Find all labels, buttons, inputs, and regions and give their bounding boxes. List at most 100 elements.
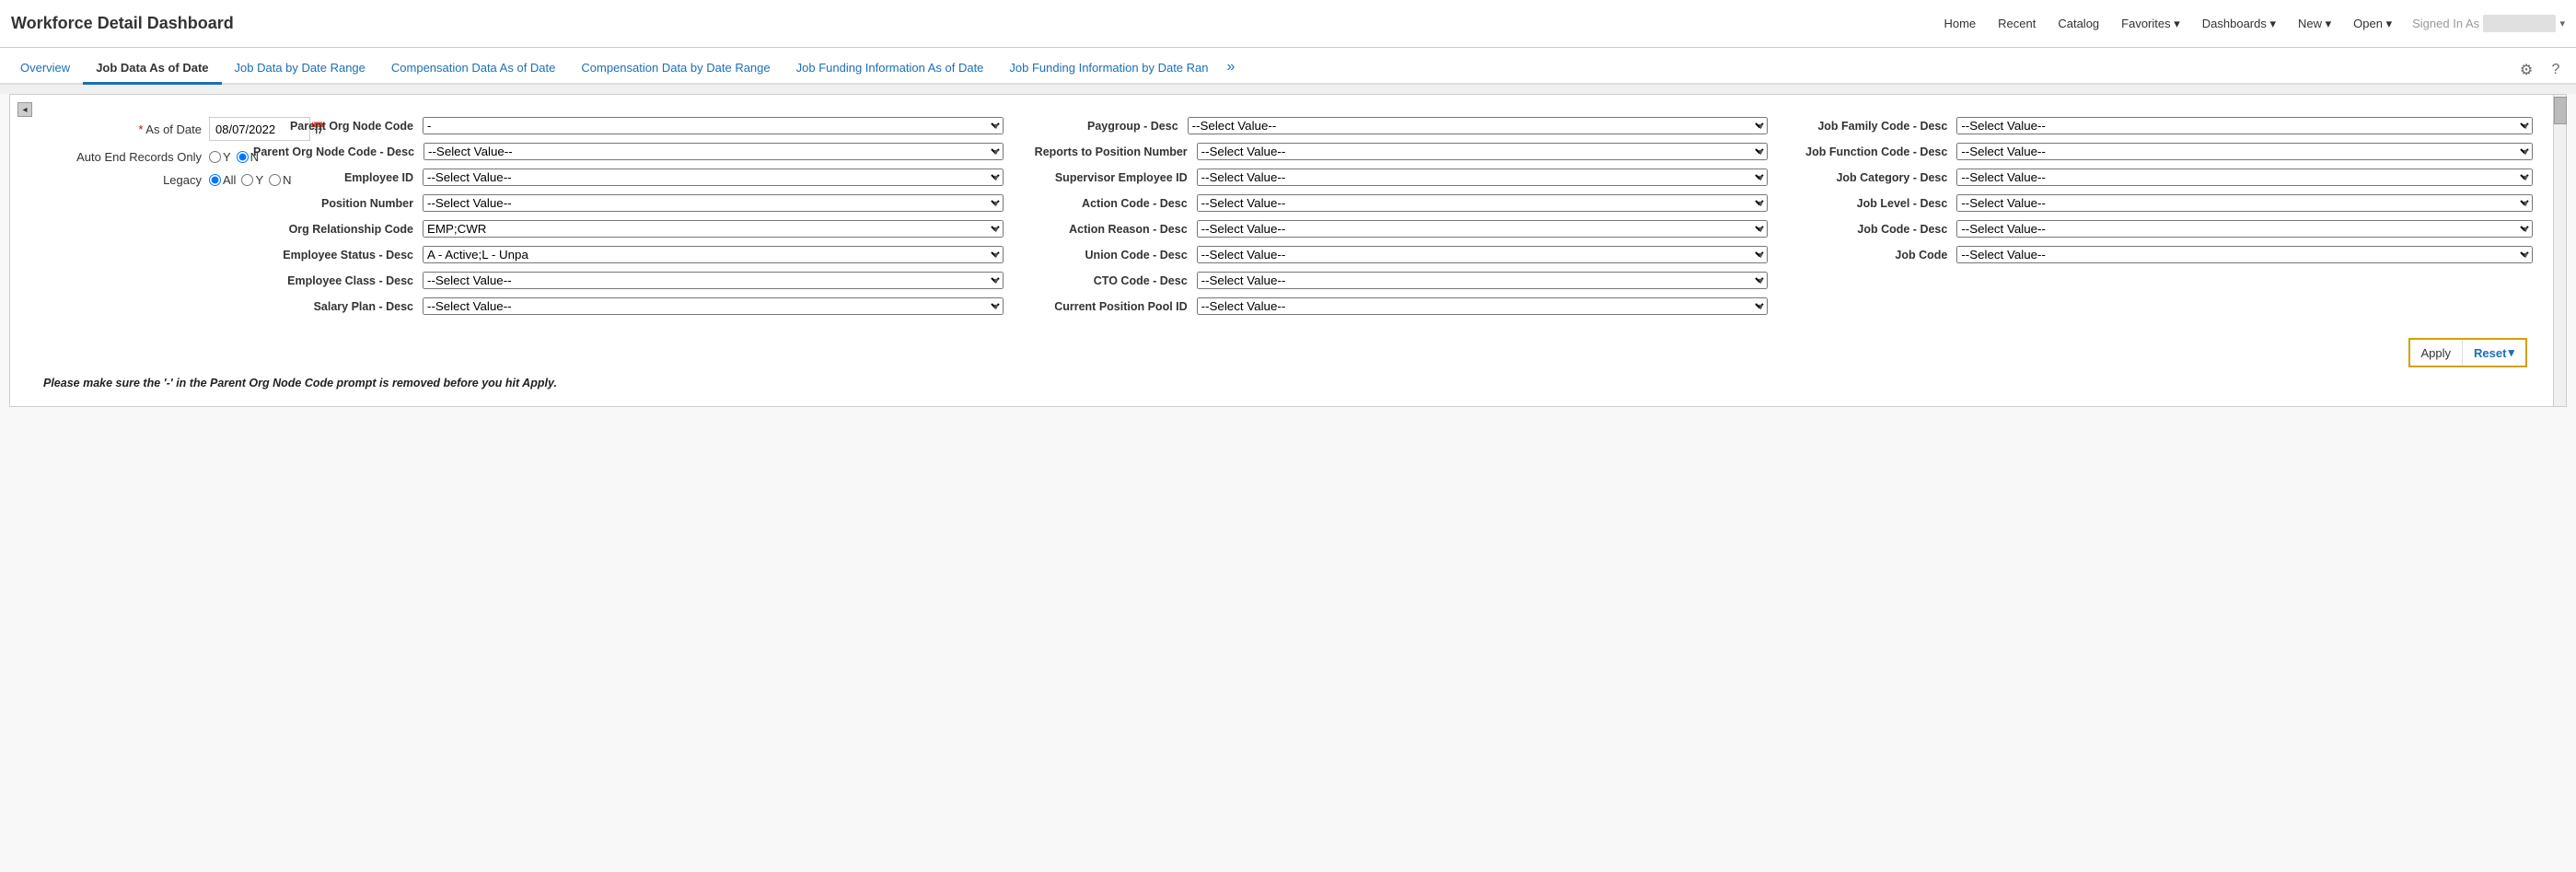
paygroup-desc-row: Paygroup - Desc --Select Value-- [1018,117,1769,134]
legacy-all-label[interactable]: All [209,173,236,187]
employee-class-desc-wrapper: --Select Value-- [423,272,1004,289]
help-icon[interactable]: ? [2543,57,2569,83]
action-code-desc-wrapper: --Select Value-- [1197,194,1769,212]
signed-in-section: Signed In As ▾ [2412,15,2565,32]
nav-open[interactable]: Open [2344,11,2401,37]
job-family-code-desc-select[interactable]: --Select Value-- [1956,117,2533,134]
job-function-code-desc-row: Job Function Code - Desc --Select Value-… [1782,143,2533,160]
apply-button[interactable]: Apply [2410,340,2463,366]
paygroup-desc-wrapper: --Select Value-- [1188,117,1769,134]
parent-org-node-code-wrapper: - --Select Value-- [423,117,1004,134]
job-level-desc-label: Job Level - Desc [1782,197,1953,210]
tab-job-funding-date-range[interactable]: Job Funding Information by Date Ran [996,53,1221,85]
tab-job-data-as-of-date[interactable]: Job Data As of Date [83,53,221,85]
supervisor-employee-id-select[interactable]: --Select Value-- [1197,169,1769,186]
employee-status-desc-select[interactable]: A - Active;L - Unpa --Select Value-- [423,246,1004,263]
auto-end-y-radio[interactable] [209,151,221,163]
cto-code-desc-row: CTO Code - Desc --Select Value-- [1018,272,1769,289]
employee-id-select[interactable]: --Select Value-- [423,169,1004,186]
tab-compensation-as-of-date[interactable]: Compensation Data As of Date [378,53,569,85]
org-relationship-code-wrapper: EMP;CWR --Select Value-- [423,220,1004,238]
job-family-code-desc-label: Job Family Code - Desc [1782,120,1953,133]
job-code-select[interactable]: --Select Value-- [1956,246,2533,263]
action-reason-desc-select[interactable]: --Select Value-- [1197,220,1769,238]
salary-plan-desc-select[interactable]: --Select Value-- [423,297,1004,315]
parent-org-node-code-label: Parent Org Node Code [253,120,419,133]
auto-end-records-label: Auto End Records Only [43,150,209,164]
paygroup-desc-select[interactable]: --Select Value-- [1188,117,1769,134]
filter-col-2: Parent Org Node Code - --Select Value-- … [246,117,1011,323]
filters-container: As of Date 📅 Auto End Records Only Y N [21,110,2555,331]
cto-code-desc-label: CTO Code - Desc [1018,274,1193,287]
tab-compensation-date-range[interactable]: Compensation Data by Date Range [568,53,783,85]
job-category-desc-row: Job Category - Desc --Select Value-- [1782,169,2533,186]
job-category-desc-label: Job Category - Desc [1782,171,1953,184]
current-position-pool-id-label: Current Position Pool ID [1018,300,1193,313]
app-title: Workforce Detail Dashboard [11,14,234,33]
job-family-code-desc-row: Job Family Code - Desc --Select Value-- [1782,117,2533,134]
tab-job-funding-as-of-date[interactable]: Job Funding Information As of Date [783,53,997,85]
as-of-date-label: As of Date [43,122,209,136]
nav-dashboards[interactable]: Dashboards [2193,11,2285,37]
position-number-wrapper: --Select Value-- [423,194,1004,212]
employee-status-desc-wrapper: A - Active;L - Unpa --Select Value-- [423,246,1004,263]
panel-collapse-button[interactable]: ◂ [17,102,32,117]
legacy-label: Legacy [43,173,209,187]
signed-in-chevron-icon[interactable]: ▾ [2559,17,2565,29]
reset-button[interactable]: Reset ▾ [2462,340,2525,366]
job-code-desc-row: Job Code - Desc --Select Value-- [1782,220,2533,238]
position-number-select[interactable]: --Select Value-- [423,194,1004,212]
job-category-desc-select[interactable]: --Select Value-- [1956,169,2533,186]
org-relationship-code-row: Org Relationship Code EMP;CWR --Select V… [253,220,1004,238]
action-reason-desc-wrapper: --Select Value-- [1197,220,1769,238]
action-code-desc-select[interactable]: --Select Value-- [1197,194,1769,212]
union-code-desc-row: Union Code - Desc --Select Value-- [1018,246,1769,263]
job-code-desc-select[interactable]: --Select Value-- [1956,220,2533,238]
job-function-code-desc-wrapper: --Select Value-- [1956,143,2533,160]
salary-plan-desc-wrapper: --Select Value-- [423,297,1004,315]
supervisor-employee-id-label: Supervisor Employee ID [1018,171,1193,184]
employee-class-desc-select[interactable]: --Select Value-- [423,272,1004,289]
parent-org-node-code-select[interactable]: - --Select Value-- [423,117,1004,134]
job-level-desc-select[interactable]: --Select Value-- [1956,194,2533,212]
job-function-code-desc-label: Job Function Code - Desc [1782,145,1953,158]
job-family-code-desc-wrapper: --Select Value-- [1956,117,2533,134]
supervisor-employee-id-wrapper: --Select Value-- [1197,169,1769,186]
top-bar: Workforce Detail Dashboard Home Recent C… [0,0,2576,48]
legacy-row: Legacy All Y N [43,173,227,187]
nav-catalog[interactable]: Catalog [2048,11,2108,36]
org-relationship-code-select[interactable]: EMP;CWR --Select Value-- [423,220,1004,238]
top-nav: Home Recent Catalog Favorites Dashboards… [1934,11,2565,37]
filter-col-3: Paygroup - Desc --Select Value-- Reports… [1011,117,1776,323]
scrollbar[interactable] [2553,95,2566,406]
tab-overview[interactable]: Overview [7,53,83,85]
nav-recent[interactable]: Recent [1989,11,2045,36]
cto-code-desc-select[interactable]: --Select Value-- [1197,272,1769,289]
org-relationship-code-label: Org Relationship Code [253,223,419,236]
reports-to-position-select[interactable]: --Select Value-- [1197,143,1769,160]
employee-status-desc-row: Employee Status - Desc A - Active;L - Un… [253,246,1004,263]
job-function-code-desc-select[interactable]: --Select Value-- [1956,143,2533,160]
settings-icon[interactable]: ⚙ [2513,57,2539,83]
scrollbar-thumb[interactable] [2554,97,2567,124]
nav-home[interactable]: Home [1934,11,1985,36]
job-category-desc-wrapper: --Select Value-- [1956,169,2533,186]
job-level-desc-row: Job Level - Desc --Select Value-- [1782,194,2533,212]
union-code-desc-label: Union Code - Desc [1018,249,1193,262]
auto-end-y-label[interactable]: Y [209,150,231,164]
parent-org-node-desc-select[interactable]: --Select Value-- [424,143,1004,160]
tab-job-data-date-range[interactable]: Job Data by Date Range [222,53,378,85]
employee-class-desc-label: Employee Class - Desc [253,274,419,287]
tab-overflow-icon[interactable]: » [1222,52,1241,83]
employee-class-desc-row: Employee Class - Desc --Select Value-- [253,272,1004,289]
warning-message: Please make sure the '-' in the Parent O… [21,371,2555,395]
parent-org-node-desc-wrapper: --Select Value-- [424,143,1004,160]
signed-in-user [2483,15,2556,32]
legacy-all-radio[interactable] [209,174,221,186]
main-content: ◂ As of Date 📅 Auto End Records Only [0,94,2576,872]
union-code-desc-select[interactable]: --Select Value-- [1197,246,1769,263]
current-position-pool-id-select[interactable]: --Select Value-- [1197,297,1769,315]
nav-new[interactable]: New [2289,11,2340,37]
job-code-label: Job Code [1782,249,1953,262]
nav-favorites[interactable]: Favorites [2112,11,2189,37]
